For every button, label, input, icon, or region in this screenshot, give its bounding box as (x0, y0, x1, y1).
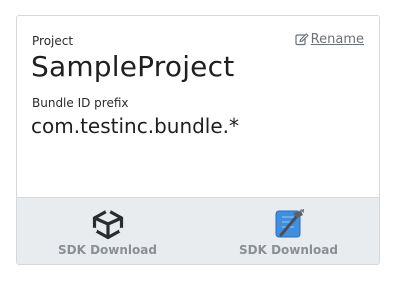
rename-label: Rename (310, 32, 364, 47)
unity-sdk-download-label: SDK Download (58, 243, 157, 257)
sdk-download-bar: SDK Download SDK Download (17, 197, 379, 264)
bundle-id-value: com.testinc.bundle.* (31, 114, 240, 138)
project-label: Project (32, 34, 74, 48)
bundle-id-label: Bundle ID prefix (32, 96, 129, 110)
xcode-sdk-download-button[interactable]: SDK Download (198, 198, 379, 264)
project-name: SampleProject (31, 50, 235, 83)
unity-icon (90, 208, 126, 240)
xcode-sdk-download-label: SDK Download (239, 243, 338, 257)
rename-link[interactable]: Rename (295, 32, 364, 47)
project-card: Project Rename SampleProject Bundle ID p… (16, 15, 380, 265)
project-info: Project Rename SampleProject Bundle ID p… (17, 16, 379, 197)
xcode-icon (271, 208, 307, 240)
unity-sdk-download-button[interactable]: SDK Download (17, 198, 198, 264)
edit-icon (295, 33, 309, 46)
